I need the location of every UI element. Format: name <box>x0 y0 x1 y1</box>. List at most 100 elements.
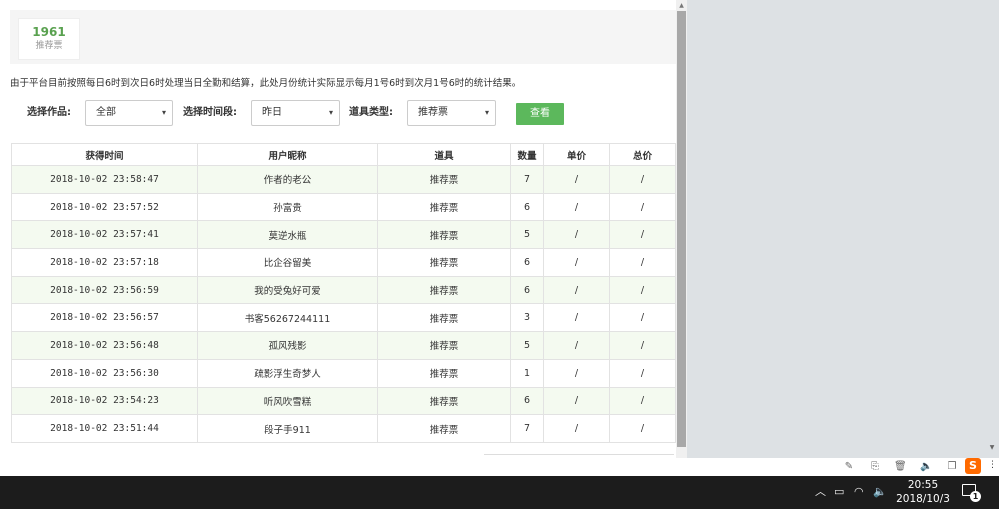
table-row: 2018-10-02 23:56:57 书客56267244111 推荐票 3 … <box>11 303 676 333</box>
cell-time: 2018-10-02 23:56:59 <box>11 275 198 305</box>
cell-total-price: / <box>609 331 676 360</box>
item-type-select[interactable]: 推荐票 ▾ <box>407 100 496 126</box>
cell-total-price: / <box>609 165 676 194</box>
cell-unit-price: / <box>543 275 610 305</box>
cell-total-price: / <box>609 386 676 416</box>
cell-time: 2018-10-02 23:57:41 <box>11 220 198 250</box>
cell-time: 2018-10-02 23:58:47 <box>11 165 198 194</box>
cell-nickname: 我的受兔好可爱 <box>197 275 378 305</box>
cell-quantity: 6 <box>510 275 544 305</box>
speaker-icon[interactable]: 🔈 <box>920 461 932 473</box>
scroll-up-icon[interactable]: ▲ <box>676 0 687 11</box>
notification-center-icon[interactable]: 1 <box>962 484 981 502</box>
period-select[interactable]: 昨日 ▾ <box>251 100 340 126</box>
stat-number: 1961 <box>32 25 66 39</box>
notification-badge: 1 <box>970 491 981 502</box>
cell-unit-price: / <box>543 331 610 360</box>
period-select-value: 昨日 <box>262 107 282 118</box>
header-quantity: 数量 <box>510 143 544 166</box>
table-row: 2018-10-02 23:57:41 莫逆水瓶 推荐票 5 / / <box>11 220 676 250</box>
item-type-select-value: 推荐票 <box>418 107 448 118</box>
cell-nickname: 书客56267244111 <box>197 303 378 333</box>
cell-unit-price: / <box>543 192 610 222</box>
windows-taskbar: ︿ ▭ ◠ 🔈 20:55 2018/10/3 1 <box>0 476 999 509</box>
cell-item: 推荐票 <box>377 303 511 333</box>
scroll-thumb[interactable] <box>677 11 686 447</box>
header-unit-price: 单价 <box>543 143 610 166</box>
clock-time: 20:55 <box>907 479 939 491</box>
query-button[interactable]: 查看 <box>516 103 564 125</box>
main-content: 1961 推荐票 由于平台目前按照每日6时到次日6时处理当日全勤和结算，此处月份… <box>0 0 676 458</box>
sogou-input-icon[interactable]: S <box>965 458 981 474</box>
table-row: 2018-10-02 23:58:47 作者的老公 推荐票 7 / / <box>11 165 676 194</box>
trash-icon[interactable]: 🗑 <box>894 461 907 473</box>
cell-quantity: 7 <box>510 414 544 443</box>
chevron-down-icon: ▾ <box>328 108 333 117</box>
more-icon[interactable]: ⋮ <box>988 460 997 470</box>
stat-label: 推荐票 <box>35 41 63 51</box>
cell-total-price: / <box>609 248 676 277</box>
cell-quantity: 5 <box>510 331 544 360</box>
table-row: 2018-10-02 23:56:48 孤风残影 推荐票 5 / / <box>11 331 676 360</box>
item-type-filter-label: 道具类型: <box>349 107 393 118</box>
taskbar-clock[interactable]: 20:55 2018/10/3 <box>893 478 953 506</box>
settlement-notice: 由于平台目前按照每日6时到次日6时处理当日全勤和结算，此处月份统计实际显示每月1… <box>10 78 522 89</box>
cell-unit-price: / <box>543 358 610 388</box>
cell-item: 推荐票 <box>377 192 511 222</box>
volume-icon[interactable]: 🔈 <box>873 486 887 498</box>
cell-item: 推荐票 <box>377 165 511 194</box>
header-nickname: 用户昵称 <box>197 143 378 166</box>
cell-unit-price: / <box>543 248 610 277</box>
cell-item: 推荐票 <box>377 248 511 277</box>
cell-unit-price: / <box>543 220 610 250</box>
table-header-row: 获得时间 用户昵称 道具 数量 单价 总价 <box>11 143 676 166</box>
cell-total-price: / <box>609 303 676 333</box>
cell-quantity: 5 <box>510 220 544 250</box>
table-row: 2018-10-02 23:56:59 我的受兔好可爱 推荐票 6 / / <box>11 275 676 305</box>
cell-quantity: 6 <box>510 248 544 277</box>
table-row: 2018-10-02 23:51:44 段子手911 推荐票 7 / / <box>11 414 676 443</box>
header-total-price: 总价 <box>609 143 676 166</box>
stat-bar: 1961 推荐票 <box>10 10 676 64</box>
cell-item: 推荐票 <box>377 331 511 360</box>
cell-total-price: / <box>609 220 676 250</box>
tray-expand-icon[interactable]: ︿ <box>815 486 826 498</box>
cell-item: 推荐票 <box>377 220 511 250</box>
clock-date: 2018/10/3 <box>896 493 950 505</box>
cell-nickname: 听风吹雪糕 <box>197 386 378 416</box>
cell-time: 2018-10-02 23:57:52 <box>11 192 198 222</box>
cell-quantity: 6 <box>510 386 544 416</box>
cell-nickname: 孙富贵 <box>197 192 378 222</box>
copy-icon[interactable]: ⎘ <box>869 461 881 473</box>
cell-time: 2018-10-02 23:56:57 <box>11 303 198 333</box>
cell-unit-price: / <box>543 165 610 194</box>
period-filter-label: 选择时间段: <box>183 107 237 118</box>
cell-time: 2018-10-02 23:56:30 <box>11 358 198 388</box>
window-icon[interactable]: ❐ <box>946 461 958 473</box>
table-row: 2018-10-02 23:56:30 疏影浮生奇梦人 推荐票 1 / / <box>11 358 676 388</box>
table-row: 2018-10-02 23:57:52 孙富贵 推荐票 6 / / <box>11 192 676 222</box>
browser-tool-strip: ✎ ⎘ 🗑 🔈 ❐ S ⋮ <box>0 458 999 476</box>
battery-icon[interactable]: ▭ <box>834 486 844 498</box>
cell-unit-price: / <box>543 414 610 443</box>
header-item: 道具 <box>377 143 511 166</box>
cell-unit-price: / <box>543 386 610 416</box>
side-panel <box>687 0 999 458</box>
cell-item: 推荐票 <box>377 386 511 416</box>
wifi-icon[interactable]: ◠ <box>854 486 864 498</box>
cell-nickname: 段子手911 <box>197 414 378 443</box>
side-panel-scrollbar[interactable]: ▼ <box>985 0 999 458</box>
cell-nickname: 莫逆水瓶 <box>197 220 378 250</box>
scroll-down-icon[interactable]: ▼ <box>987 444 997 451</box>
cell-item: 推荐票 <box>377 275 511 305</box>
pen-icon[interactable]: ✎ <box>843 461 855 473</box>
records-table: 获得时间 用户昵称 道具 数量 单价 总价 2018-10-02 23:58:4… <box>11 143 676 443</box>
cell-time: 2018-10-02 23:56:48 <box>11 331 198 360</box>
cell-nickname: 比企谷留美 <box>197 248 378 277</box>
cell-nickname: 孤风残影 <box>197 331 378 360</box>
page-scrollbar[interactable]: ▲ <box>676 0 687 458</box>
work-select[interactable]: 全部 ▾ <box>85 100 173 126</box>
cell-total-price: / <box>609 275 676 305</box>
cell-time: 2018-10-02 23:51:44 <box>11 414 198 443</box>
table-row: 2018-10-02 23:54:23 听风吹雪糕 推荐票 6 / / <box>11 386 676 416</box>
